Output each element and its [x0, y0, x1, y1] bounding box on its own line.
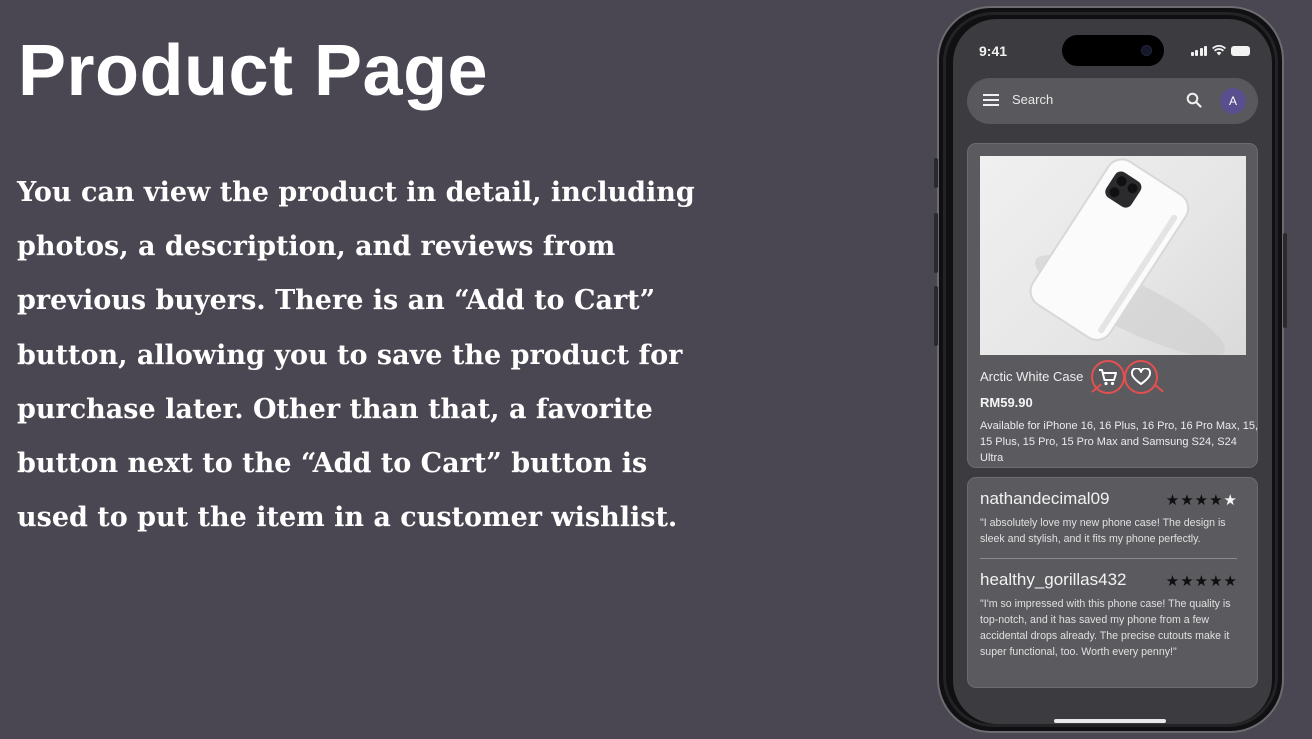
- camera-icon: [1141, 45, 1152, 56]
- phone-screen: 9:41 Search A Arctic White Case RM59.90 …: [953, 19, 1272, 724]
- star-icon: ★: [1180, 491, 1195, 509]
- product-price: RM59.90: [980, 395, 1033, 410]
- wifi-icon: [1212, 45, 1226, 56]
- review-stars: ★★★★★: [1166, 491, 1238, 509]
- status-icons: [1190, 45, 1250, 56]
- star-icon: ★: [1194, 491, 1210, 509]
- heart-icon: [1131, 368, 1151, 385]
- star-icon: ★: [1165, 491, 1181, 509]
- phone-case-illustration: [1029, 158, 1225, 355]
- volume-down-button: [934, 286, 938, 346]
- slide-title: Product Page: [18, 31, 489, 111]
- volume-up-button: [934, 213, 938, 273]
- dynamic-island: [1062, 35, 1164, 66]
- highlight-mark: [1153, 383, 1164, 393]
- search-placeholder[interactable]: Search: [1012, 92, 1053, 107]
- star-icon: ★: [1209, 491, 1224, 509]
- phone-mockup: 9:41 Search A Arctic White Case RM59.90 …: [934, 6, 1287, 733]
- review-stars: ★★★★★: [1165, 572, 1238, 590]
- review-text: "I absolutely love my new phone case! Th…: [980, 517, 1226, 545]
- slide-description: You can view the product in detail, incl…: [17, 177, 695, 534]
- favorite-button[interactable]: [1124, 360, 1158, 394]
- menu-icon[interactable]: [983, 94, 999, 108]
- review-item: healthy_gorillas432 ★★★★★ "I'm so impres…: [980, 570, 1238, 660]
- avatar[interactable]: A: [1220, 88, 1246, 114]
- search-bar[interactable]: Search A: [967, 78, 1258, 124]
- product-availability: Available for iPhone 16, 16 Plus, 16 Pro…: [980, 420, 1259, 464]
- star-icon: ★: [1223, 491, 1238, 509]
- review-item: nathandecimal09 ★★★★★ "I absolutely love…: [980, 489, 1238, 547]
- signal-icon: [1190, 45, 1207, 56]
- reviews-card: nathandecimal09 ★★★★★ "I absolutely love…: [967, 477, 1258, 688]
- review-divider: [980, 558, 1237, 559]
- product-image: [980, 156, 1246, 355]
- product-name: Arctic White Case: [980, 369, 1084, 384]
- power-button: [1283, 233, 1287, 328]
- review-text: "I'm so impressed with this phone case! …: [980, 598, 1231, 658]
- product-card: Arctic White Case RM59.90 Available for …: [967, 143, 1258, 468]
- action-button: [934, 158, 938, 188]
- slide: Product Page You can view the product in…: [0, 0, 1312, 739]
- home-indicator[interactable]: [1054, 719, 1166, 723]
- battery-icon: [1231, 45, 1250, 56]
- search-icon[interactable]: [1186, 92, 1202, 108]
- status-time: 9:41: [979, 43, 1008, 59]
